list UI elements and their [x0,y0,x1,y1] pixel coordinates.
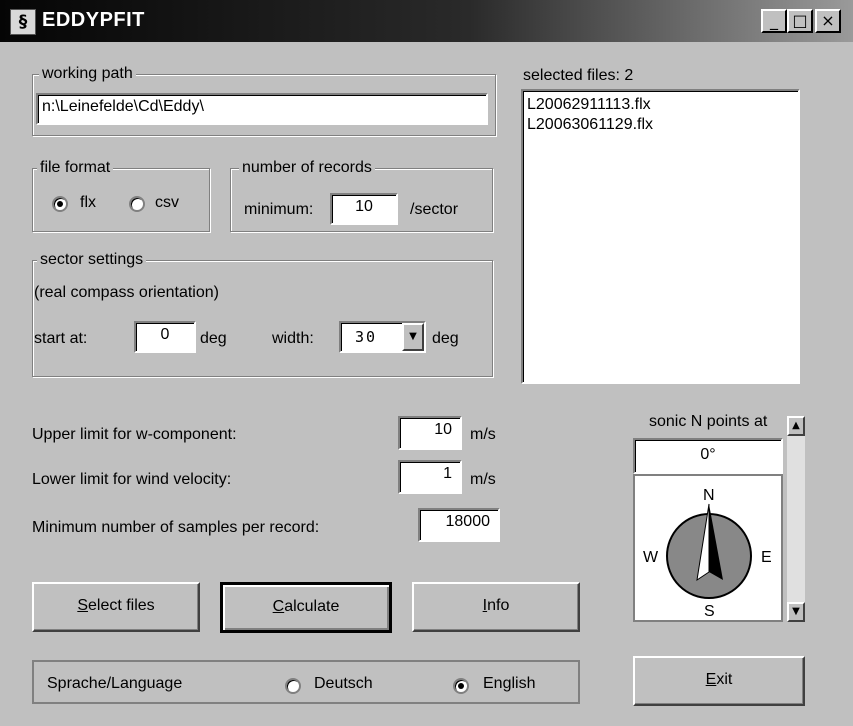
wind-velocity-input[interactable]: 1 [398,460,462,494]
width-select[interactable]: 30 ▼ [339,321,426,353]
compass-icon: N E S W [643,487,772,620]
w-component-unit: m/s [470,426,496,443]
chevron-down-icon[interactable]: ▼ [402,323,424,351]
minimum-records-label: minimum: [244,201,314,218]
start-at-label: start at: [34,330,88,347]
radio-deutsch-label[interactable]: Deutsch [314,674,373,694]
sonic-north-label: sonic N points at [649,413,768,430]
sonic-north-value[interactable]: 0° [633,438,783,474]
wind-velocity-label: Lower limit for wind velocity: [32,471,232,488]
min-samples-input[interactable]: 18000 [418,508,500,542]
sector-settings-legend: sector settings [37,251,147,269]
app-logo-icon[interactable]: § [10,9,36,35]
scroll-up-icon[interactable]: ▲ [787,416,805,436]
radio-csv[interactable] [129,196,145,212]
info-button[interactable]: Info [412,582,580,632]
list-item[interactable]: L20062911113.flx [523,95,798,115]
select-files-button[interactable]: Select files [32,582,200,632]
list-item[interactable]: L20063061129.flx [523,115,798,135]
calculate-button[interactable]: Calculate [220,582,392,633]
compass-orientation-note: (real compass orientation) [34,284,219,301]
exit-button[interactable]: Exit [633,656,805,706]
sector-settings-group: sector settings [32,251,493,377]
radio-flx-label[interactable]: flx [80,193,96,213]
records-unit-label: /sector [410,201,459,218]
minimum-records-input[interactable]: 10 [330,193,398,225]
working-path-legend: working path [39,65,136,83]
width-select-value: 30 [355,328,378,346]
selected-files-list[interactable]: L20062911113.flx L20063061129.flx [521,89,800,384]
selected-files-label: selected files: 2 [523,67,634,84]
start-deg-label: deg [200,330,227,347]
radio-csv-label[interactable]: csv [155,193,179,213]
maximize-button[interactable]: □ [787,9,813,33]
minimize-button[interactable]: _ [761,9,787,33]
compass-west: W [643,549,659,566]
radio-flx[interactable] [52,196,68,212]
scroll-down-icon[interactable]: ▼ [787,602,805,622]
compass-south: S [704,603,715,620]
file-format-legend: file format [37,159,114,177]
radio-deutsch[interactable] [285,678,301,694]
width-label: width: [272,330,314,347]
close-button[interactable]: × [815,9,841,33]
w-component-label: Upper limit for w-component: [32,426,237,443]
w-component-input[interactable]: 10 [398,416,462,450]
compass-east: E [761,549,772,566]
min-samples-label: Minimum number of samples per record: [32,519,320,536]
language-label: Sprache/Language [47,675,183,692]
wind-velocity-unit: m/s [470,471,496,488]
width-deg-label: deg [432,330,459,347]
window-title: EDDYPFIT [42,9,145,31]
working-path-input[interactable]: n:\Leinefelde\Cd\Eddy\ [36,93,488,125]
sonic-scrollbar[interactable]: ▲ ▼ [787,416,805,622]
start-at-input[interactable]: 0 [134,321,196,353]
number-of-records-legend: number of records [239,159,375,177]
radio-english-label[interactable]: English [483,674,535,694]
compass-panel: N E S W [633,474,783,622]
compass-north: N [703,487,715,504]
radio-english[interactable] [453,678,469,694]
